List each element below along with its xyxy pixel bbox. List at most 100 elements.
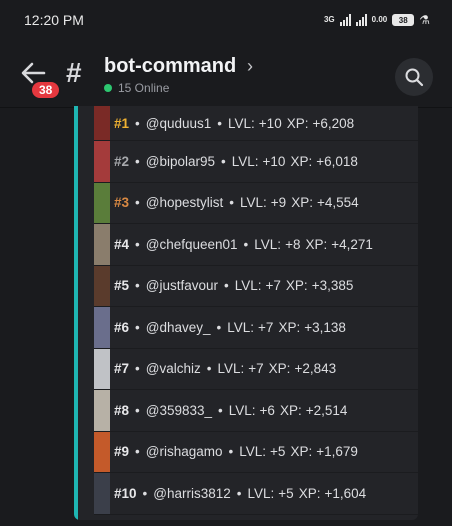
rank-label: #9 [114, 444, 130, 460]
separator: • [228, 444, 234, 460]
network-type: 3G [323, 15, 335, 24]
rank-label: #3 [114, 195, 130, 211]
user-handle[interactable]: @quduus1 [146, 116, 212, 131]
leaderboard-row: #7 • @valchiz • LVL: +7 XP: +2,843 [94, 348, 418, 390]
user-handle[interactable]: @359833_ [146, 403, 212, 418]
leaderboard-entry-text: #8 • @359833_ • LVL: +6 XP: +2,514 [114, 403, 347, 418]
avatar[interactable] [94, 348, 110, 389]
level-label: LVL: [227, 319, 255, 335]
xp-label: XP: [278, 319, 301, 335]
rank-label: #4 [114, 236, 130, 252]
level-label: LVL: [247, 485, 275, 501]
level-value: +10 [262, 153, 286, 169]
xp-label: XP: [305, 236, 328, 252]
xp-label: XP: [285, 278, 308, 294]
xp-value: +2,843 [294, 361, 337, 377]
leaderboard-row: #8 • @359833_ • LVL: +6 XP: +2,514 [94, 390, 418, 432]
level-label: LVL: [254, 236, 282, 252]
channel-name[interactable]: bot-command [104, 55, 236, 78]
level-value: +7 [265, 278, 281, 294]
xp-label: XP: [279, 402, 302, 418]
separator: • [135, 236, 140, 252]
level-label: LVL: [228, 402, 256, 418]
avatar[interactable] [94, 473, 110, 514]
xp-value: +1,679 [316, 444, 358, 460]
rank-label: #5 [114, 278, 130, 294]
status-icons: 3G 0.00 38 ⚗ [324, 13, 430, 27]
separator: • [243, 236, 249, 252]
hash-icon: # [66, 57, 82, 88]
avatar[interactable] [94, 431, 110, 472]
xp-label: XP: [286, 115, 309, 131]
xp-label: XP: [290, 444, 313, 460]
level-value: +10 [258, 115, 282, 131]
leaderboard-entry-text: #7 • @valchiz • LVL: +7 XP: +2,843 [114, 361, 336, 376]
channel-header: 38 # bot-command › 15 Online [0, 46, 452, 106]
separator: • [135, 361, 140, 377]
separator: • [135, 195, 140, 211]
user-handle[interactable]: @justfavour [146, 278, 218, 293]
leaderboard-row: #1 • @quduus1 • LVL: +10 XP: +6,208 [94, 106, 418, 141]
avatar[interactable] [94, 182, 110, 223]
leaderboard-list: #1 • @quduus1 • LVL: +10 XP: +6,208 #2 • @bipolar9… [94, 106, 418, 515]
rank-label: #10 [114, 485, 137, 501]
level-value: +6 [259, 402, 275, 418]
xp-label: XP: [298, 485, 321, 501]
chevron-right-icon[interactable]: › [247, 56, 253, 77]
user-handle[interactable]: @chefqueen01 [146, 237, 238, 252]
status-bar: 12:20 PM 3G 0.00 38 ⚗ [0, 0, 452, 40]
user-handle[interactable]: @harris3812 [153, 486, 231, 501]
leaderboard-entry-text: #5 • @justfavour • LVL: +7 XP: +3,385 [114, 278, 353, 293]
leaderboard-entry-text: #1 • @quduus1 • LVL: +10 XP: +6,208 [114, 116, 354, 131]
separator: • [221, 153, 226, 169]
separator: • [236, 485, 242, 501]
search-button[interactable] [395, 58, 433, 96]
avatar[interactable] [94, 390, 110, 431]
separator: • [135, 319, 140, 335]
xp-label: XP: [290, 153, 313, 169]
embed-accent-bar [74, 106, 78, 520]
leaderboard-entry-text: #3 • @hopestylist • LVL: +9 XP: +4,554 [114, 195, 359, 210]
rank-label: #1 [114, 115, 130, 131]
level-label: LVL: [231, 153, 259, 169]
level-value: +9 [270, 195, 287, 211]
avatar[interactable] [94, 106, 110, 140]
user-handle[interactable]: @dhavey_ [146, 320, 211, 335]
separator: • [135, 153, 140, 169]
xp-value: +3,138 [304, 319, 346, 335]
separator: • [135, 444, 140, 460]
leaderboard-entry-text: #6 • @dhavey_ • LVL: +7 XP: +3,138 [114, 320, 346, 335]
level-label: LVL: [217, 361, 245, 377]
user-handle[interactable]: @valchiz [146, 361, 201, 376]
user-handle[interactable]: @hopestylist [146, 195, 224, 210]
level-value: +7 [248, 361, 264, 377]
separator: • [216, 319, 222, 335]
user-handle[interactable]: @bipolar95 [146, 154, 215, 169]
leaderboard-entry-text: #4 • @chefqueen01 • LVL: +8 XP: +4,271 [114, 237, 373, 252]
avatar[interactable] [94, 224, 110, 265]
leaderboard-entry-text: #9 • @rishagamo • LVL: +5 XP: +1,679 [114, 444, 358, 459]
xp-value: +2,514 [305, 402, 348, 418]
avatar[interactable] [94, 307, 110, 348]
level-label: LVL: [240, 195, 267, 211]
separator: • [135, 278, 140, 294]
xp-value: +6,208 [312, 115, 355, 131]
search-icon [405, 68, 424, 87]
avatar[interactable] [94, 141, 110, 182]
flask-icon: ⚗ [419, 13, 430, 27]
separator: • [135, 115, 140, 131]
signal-icon [339, 14, 351, 26]
online-count: 15 Online [118, 81, 170, 95]
xp-value: +4,271 [331, 236, 373, 252]
separator: • [206, 361, 212, 377]
xp-value: +6,018 [316, 153, 358, 169]
level-label: LVL: [228, 115, 255, 131]
leaderboard-row: #3 • @hopestylist • LVL: +9 XP: +4,554 [94, 182, 418, 224]
user-handle[interactable]: @rishagamo [146, 444, 223, 459]
xp-label: XP: [291, 195, 313, 211]
battery-icon: 38 [392, 14, 415, 26]
level-value: +5 [270, 444, 286, 460]
bottom-spacer [0, 520, 452, 526]
avatar[interactable] [94, 265, 110, 306]
level-value: +7 [258, 319, 274, 335]
